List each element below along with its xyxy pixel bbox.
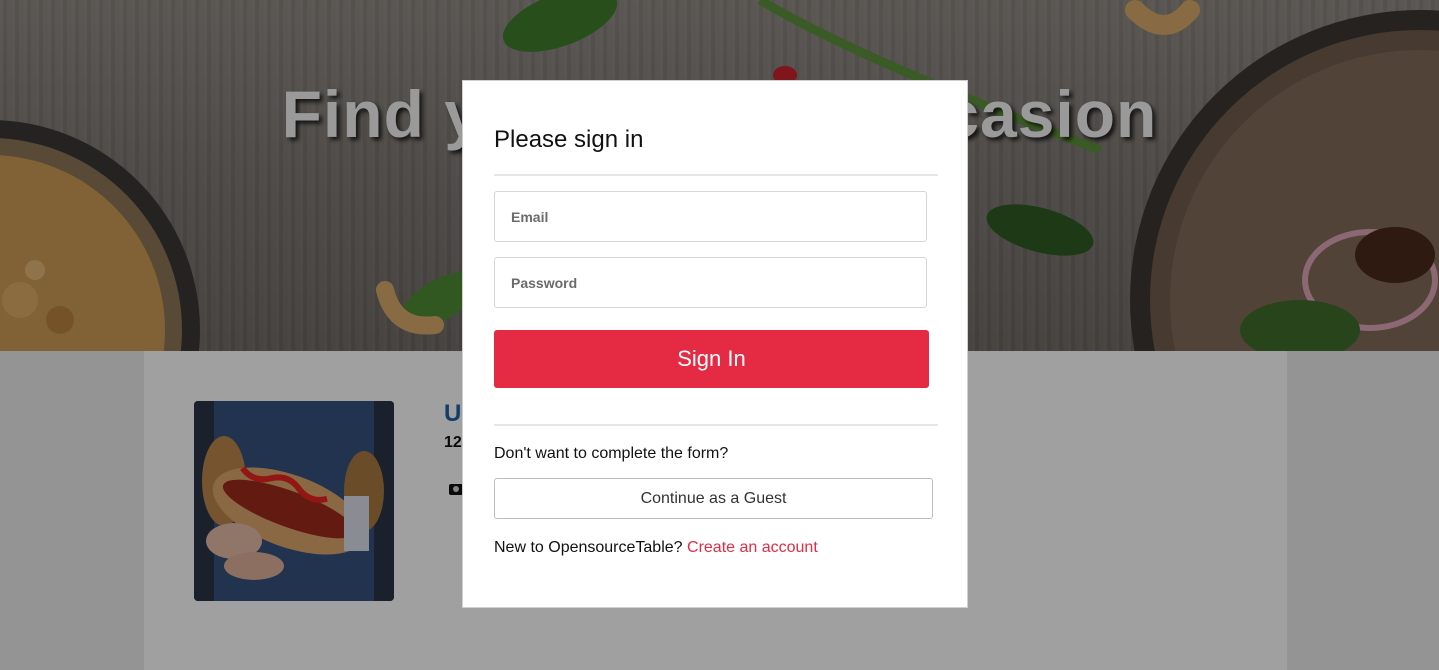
guest-prompt: Don't want to complete the form? [494, 445, 729, 462]
page: Find youccasion U 12 Please sign in Sign… [0, 0, 1439, 670]
password-field[interactable] [494, 257, 927, 308]
email-field[interactable] [494, 191, 927, 242]
create-account-link[interactable]: Create an account [687, 539, 818, 556]
title-divider [494, 174, 938, 176]
continue-as-guest-button[interactable]: Continue as a Guest [494, 478, 933, 519]
signin-modal: Please sign in Sign In Don't want to com… [462, 80, 968, 608]
create-account-line: New to OpensourceTable? Create an accoun… [494, 539, 818, 557]
sign-in-button[interactable]: Sign In [494, 330, 929, 388]
modal-title: Please sign in [494, 126, 644, 153]
new-user-prompt: New to OpensourceTable? [494, 539, 683, 556]
form-divider [494, 424, 938, 426]
